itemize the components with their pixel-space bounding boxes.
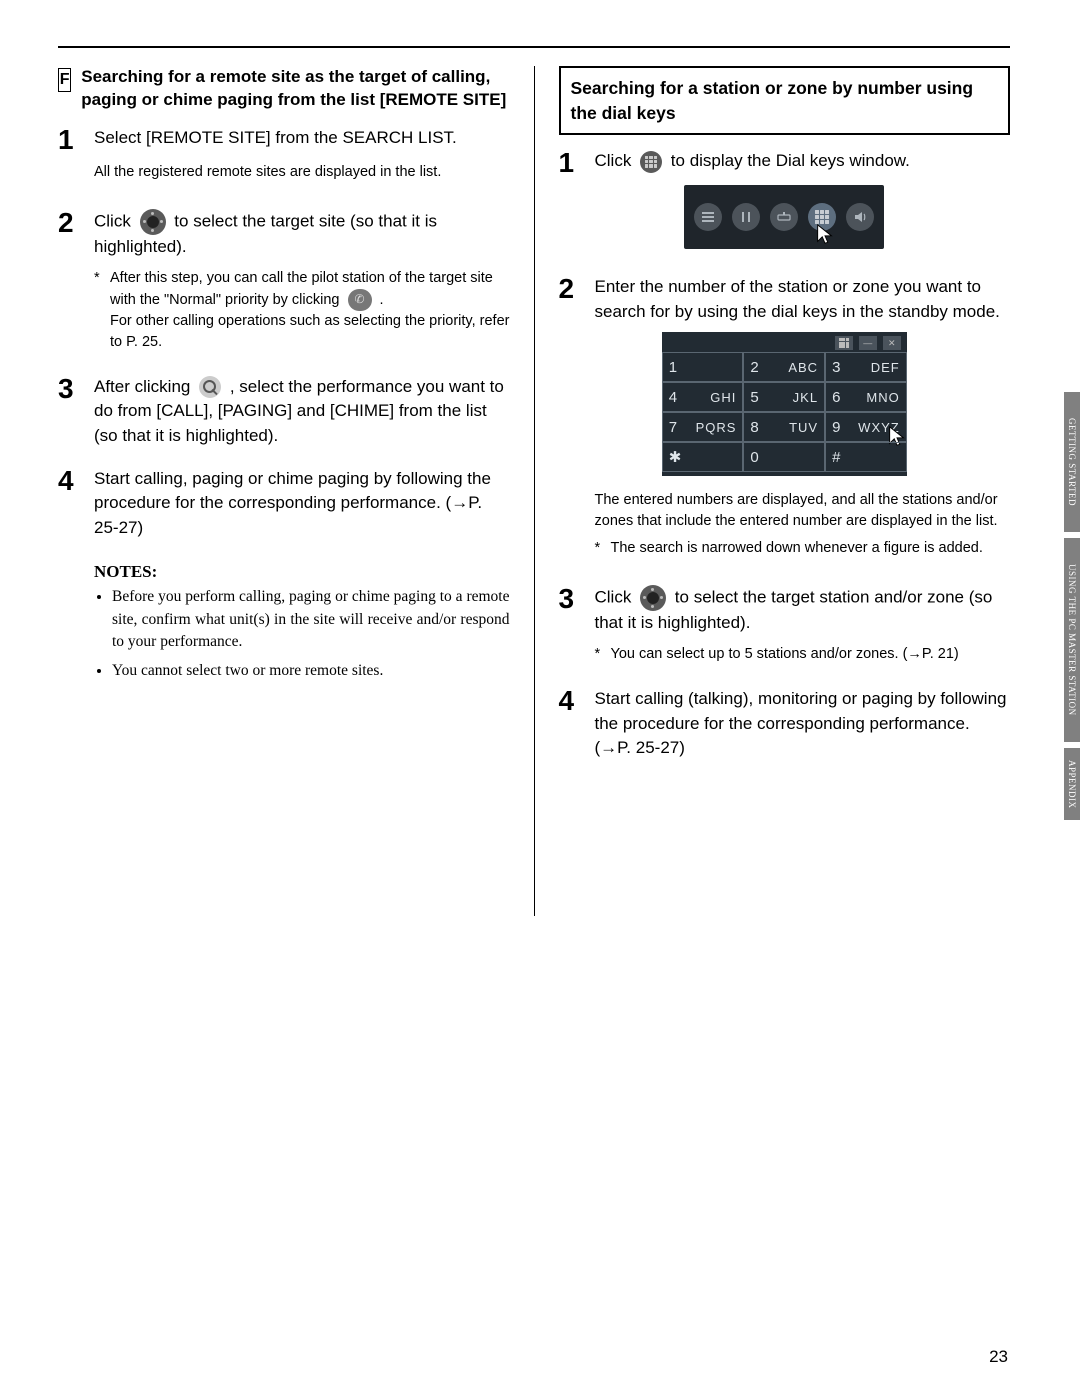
side-tab: APPENDIX (1064, 748, 1080, 821)
dial-keys-icon (808, 203, 836, 231)
text: to display the Dial keys window. (671, 151, 910, 170)
step-text: Click to select the target site (so that… (94, 209, 510, 260)
box-heading: Searching for a station or zone by numbe… (559, 66, 1011, 135)
text: Click (94, 211, 136, 230)
step-number: 1 (58, 126, 80, 154)
text: After this step, you can call the pilot … (110, 270, 493, 308)
call-icon: ✆ (348, 289, 372, 311)
right-column: Searching for a station or zone by numbe… (559, 66, 1011, 916)
center-button-icon (140, 209, 166, 235)
text: . (380, 291, 384, 307)
column-divider (534, 66, 535, 916)
keypad-key: # (825, 442, 907, 472)
keypad-illustration: — ✕ 12ABC3DEF 4GHI5JKL6MNO 7PQRS8TUV9WXYZ ✱… (662, 332, 907, 476)
step-text: Click to display the Dial keys window. (595, 149, 1011, 177)
step-number: 4 (559, 687, 581, 761)
asterisk: * (595, 644, 605, 665)
text: For other calling operations such as sel… (110, 313, 509, 350)
tools-icon (732, 203, 760, 231)
note-item: Before you perform calling, paging or ch… (112, 586, 510, 653)
keypad-key: 5JKL (743, 382, 825, 412)
asterisk: * (595, 538, 605, 559)
keypad-key: 0 (743, 442, 825, 472)
step-text: Start calling (talking), monitoring or p… (595, 687, 1011, 761)
text: After clicking (94, 377, 195, 396)
close-icon: ✕ (883, 336, 901, 350)
search-icon (199, 376, 221, 398)
section-title: Searching for a remote site as the targe… (81, 66, 509, 112)
note-text: After this step, you can call the pilot … (110, 268, 510, 353)
step-number: 1 (559, 149, 581, 177)
notes-list: Before you perform calling, paging or ch… (94, 586, 510, 682)
keypad-key: 6MNO (825, 382, 907, 412)
step-note: The entered numbers are displayed, and a… (595, 490, 1011, 532)
note-item: You cannot select two or more remote sit… (112, 660, 510, 682)
keypad-key: ✱ (662, 442, 744, 472)
step-number: 4 (58, 467, 80, 541)
step-text: Enter the number of the station or zone … (595, 275, 1011, 324)
keypad-min-icon (835, 336, 853, 350)
keyboard-icon (770, 203, 798, 231)
minimize-icon: — (859, 336, 877, 350)
list-icon (694, 203, 722, 231)
side-tab: GETTING STARTED (1064, 392, 1080, 532)
toolbar-illustration (684, 185, 884, 249)
keypad-key: 1 (662, 352, 744, 382)
speaker-icon (846, 203, 874, 231)
step-number: 3 (58, 375, 80, 449)
dial-keys-icon (640, 151, 662, 173)
note-text: The search is narrowed down whenever a f… (611, 538, 983, 559)
keypad-key: 4GHI (662, 382, 744, 412)
step-number: 2 (58, 209, 80, 260)
text: Click (595, 151, 637, 170)
left-column: F Searching for a remote site as the tar… (58, 66, 510, 916)
text: Click (595, 588, 637, 607)
keypad-key: 2ABC (743, 352, 825, 382)
asterisk: * (94, 268, 104, 353)
notes-heading: NOTES: (94, 562, 510, 582)
step-number: 3 (559, 585, 581, 636)
step-text: Click to select the target station and/o… (595, 585, 1011, 636)
step-note: All the registered remote sites are disp… (94, 162, 510, 183)
side-tab: USING THE PC MASTER STATION (1064, 538, 1080, 742)
page-number: 23 (989, 1347, 1008, 1367)
keypad-key: 8TUV (743, 412, 825, 442)
keypad-key: 9WXYZ (825, 412, 907, 442)
keypad-key: 7PQRS (662, 412, 744, 442)
step-number: 2 (559, 275, 581, 324)
section-badge: F (58, 68, 71, 92)
note-text: You can select up to 5 stations and/or z… (611, 644, 959, 665)
step-text: Select [REMOTE SITE] from the SEARCH LIS… (94, 126, 510, 154)
step-text: Start calling, paging or chime paging by… (94, 467, 510, 541)
side-tabs: GETTING STARTED USING THE PC MASTER STAT… (1064, 392, 1080, 820)
top-rule (58, 46, 1010, 48)
center-button-icon (640, 585, 666, 611)
keypad-key: 3DEF (825, 352, 907, 382)
step-text: After clicking , select the performance … (94, 375, 510, 449)
